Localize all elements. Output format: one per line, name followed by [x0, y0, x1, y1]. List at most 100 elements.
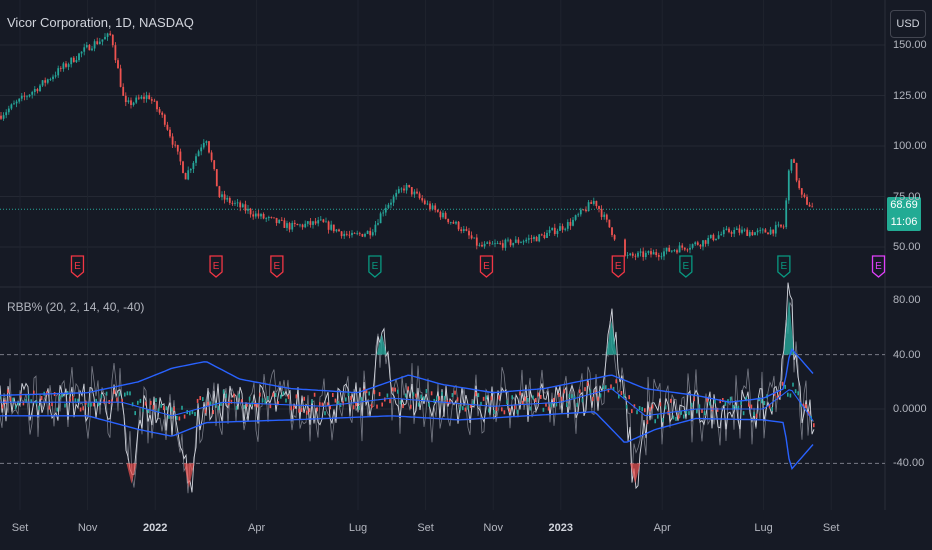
rbb-candle	[514, 405, 516, 410]
candle-body	[572, 219, 574, 226]
symbol-title[interactable]: Vicor Corporation, 1D, NASDAQ	[7, 15, 194, 30]
candle-body	[202, 142, 205, 148]
rbb-candle	[311, 399, 313, 404]
candle-body	[520, 242, 522, 244]
candle-body	[754, 232, 756, 236]
rbb-candle	[550, 402, 552, 407]
price-axis-label: 150.00	[893, 39, 927, 51]
rbb-candle	[488, 408, 490, 413]
rbb-candle	[438, 396, 441, 401]
candle-body	[501, 243, 504, 248]
rbb-candle	[670, 398, 672, 403]
rbb-candle	[529, 406, 532, 411]
candle-body	[345, 233, 348, 235]
candle-body	[751, 232, 754, 236]
candle-body	[312, 221, 314, 225]
candle-body	[761, 229, 764, 231]
candle-body	[400, 188, 403, 190]
rbb-candle	[553, 397, 555, 402]
rbb-candle	[732, 404, 734, 409]
rbb-candle	[261, 398, 264, 403]
candle-body	[395, 192, 398, 197]
rbb-candle	[118, 392, 121, 397]
rbb-candle	[501, 407, 503, 412]
candle-body	[65, 63, 67, 67]
candle-body	[296, 223, 299, 226]
candle-body	[23, 95, 26, 97]
currency-button[interactable]: USD	[890, 10, 926, 38]
rbb-candle	[433, 398, 435, 403]
candle-body	[351, 232, 353, 236]
rbb-candle	[664, 405, 667, 410]
rbb-candle	[740, 401, 742, 406]
candle-body	[200, 147, 203, 152]
rbb-candle	[524, 396, 526, 401]
rbb-candle	[638, 406, 641, 411]
candle-body	[488, 242, 491, 244]
rbb-candle	[410, 404, 412, 409]
rbb-candle	[787, 392, 789, 397]
candle-body	[122, 86, 125, 96]
candle-body	[153, 100, 156, 102]
rbb-candle	[672, 415, 675, 420]
candle-body	[59, 68, 62, 69]
rbb-candle	[641, 407, 643, 412]
candle-body	[442, 212, 444, 218]
candle-body	[452, 222, 455, 224]
candle-body	[338, 229, 340, 232]
rbb-candle	[332, 393, 334, 398]
rbb-candle	[482, 396, 485, 401]
rbb-candle	[490, 396, 493, 401]
candle-body	[767, 232, 769, 235]
chart-canvas[interactable]: EEEEEEEEE	[0, 0, 932, 550]
candle-body	[416, 191, 418, 194]
indicator-title[interactable]: RBB% (20, 2, 14, 40, -40)	[7, 300, 144, 314]
candle-body	[811, 206, 814, 208]
rbb-candle	[586, 381, 589, 386]
candle-body	[418, 193, 421, 199]
candle-body	[187, 170, 190, 180]
rbb-candle	[537, 392, 539, 397]
rbb-candle	[404, 393, 407, 398]
candle-body	[637, 252, 639, 257]
rbb-candle	[581, 398, 584, 403]
candle-body	[57, 68, 60, 76]
candle-body	[504, 239, 507, 248]
candle-body	[291, 222, 294, 230]
candle-body	[535, 236, 538, 242]
candle-body	[124, 95, 127, 103]
time-axis-label: Nov	[77, 522, 98, 534]
rbb-candle	[428, 402, 430, 407]
candle-body	[293, 222, 296, 224]
rbb-candle	[212, 410, 214, 415]
candle-body	[525, 239, 528, 242]
candle-body	[158, 109, 161, 113]
candle-body	[665, 247, 668, 252]
candle-body	[725, 228, 728, 230]
rbb-candle	[259, 392, 261, 397]
rbb-candle	[753, 412, 755, 417]
earnings-marker-label: E	[875, 261, 882, 272]
rbb-candle	[423, 396, 425, 401]
candle-body	[405, 184, 408, 191]
rbb-percent-line	[0, 282, 815, 493]
rbb-candle	[144, 401, 147, 406]
rbb-candle	[64, 403, 66, 408]
candle-body	[681, 245, 684, 248]
candle-body	[13, 103, 15, 105]
rbb-candle	[599, 393, 602, 398]
rbb-candle	[615, 379, 617, 384]
rbb-candle	[503, 410, 506, 415]
rbb-candle	[675, 416, 677, 421]
rbb-candle	[464, 407, 467, 412]
candle-body	[676, 250, 678, 253]
candle-body	[556, 230, 559, 234]
candle-body	[587, 202, 590, 212]
candle-body	[283, 220, 286, 228]
candle-body	[483, 243, 486, 247]
candle-body	[166, 124, 169, 130]
candle-body	[239, 202, 242, 208]
rbb-candle	[789, 393, 792, 398]
rbb-candle	[124, 392, 126, 397]
candle-body	[787, 170, 790, 201]
